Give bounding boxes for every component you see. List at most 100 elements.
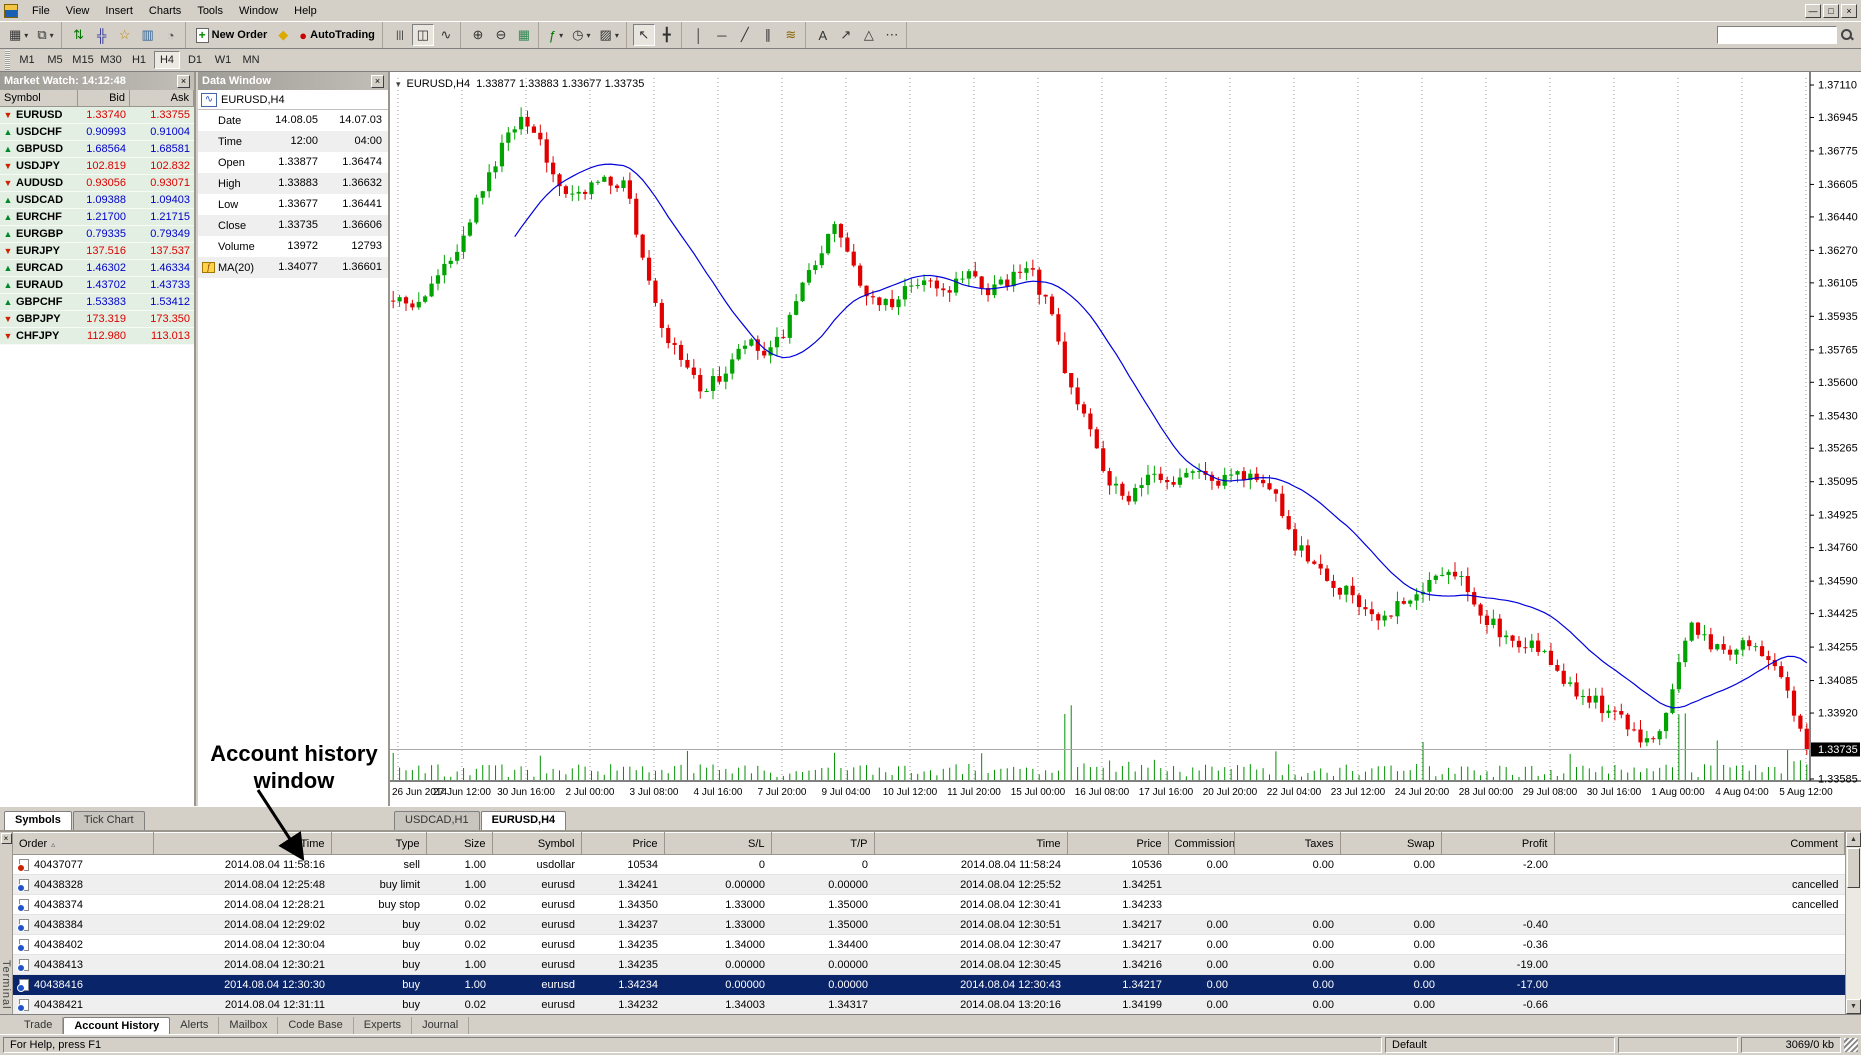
profiles-button[interactable]: ⧉▾ bbox=[33, 24, 57, 46]
minimize-button[interactable]: — bbox=[1805, 4, 1821, 18]
terminal-tab-mailbox[interactable]: Mailbox bbox=[219, 1017, 278, 1034]
status-profile[interactable]: Default bbox=[1385, 1037, 1615, 1053]
column-time-8[interactable]: Time bbox=[874, 833, 1067, 855]
chart-candles-button[interactable]: ◫ bbox=[412, 24, 434, 46]
timeframe-m15[interactable]: M15 bbox=[70, 51, 96, 69]
terminal-tab-trade[interactable]: Trade bbox=[14, 1017, 63, 1034]
cursor-button[interactable]: ↖ bbox=[633, 24, 655, 46]
resize-grip[interactable] bbox=[1844, 1038, 1858, 1052]
column-commission-10[interactable]: Commission bbox=[1168, 833, 1234, 855]
trendline-button[interactable]: ╱ bbox=[734, 24, 756, 46]
column-type-2[interactable]: Type bbox=[331, 833, 426, 855]
market-watch-row-eurchf[interactable]: ▲EURCHF1.217001.21715 bbox=[0, 209, 194, 226]
scroll-thumb[interactable] bbox=[1847, 848, 1860, 888]
price-chart[interactable]: 26 Jun 201427 Jun 12:0030 Jun 16:002 Jul… bbox=[390, 72, 1861, 806]
menu-view[interactable]: View bbox=[58, 3, 98, 19]
close-button[interactable]: × bbox=[1841, 4, 1857, 18]
column-time-1[interactable]: Time bbox=[153, 833, 331, 855]
market-watch-row-usdjpy[interactable]: ▼USDJPY102.819102.832 bbox=[0, 158, 194, 175]
new-chart-button[interactable]: ▦▾ bbox=[5, 24, 32, 46]
market-watch-row-eurcad[interactable]: ▲EURCAD1.463021.46334 bbox=[0, 260, 194, 277]
history-row-40438384[interactable]: 404383842014.08.04 12:29:02buy0.02eurusd… bbox=[13, 915, 1845, 935]
data-window-close-icon[interactable]: × bbox=[371, 75, 384, 88]
profiles-caret-icon[interactable]: ▾ bbox=[50, 31, 54, 40]
column-comment-14[interactable]: Comment bbox=[1554, 833, 1845, 855]
menu-tools[interactable]: Tools bbox=[189, 3, 231, 19]
menu-charts[interactable]: Charts bbox=[141, 3, 189, 19]
more-objects-button[interactable]: ⋯ bbox=[881, 24, 903, 46]
text-label-button[interactable]: A bbox=[812, 24, 834, 46]
terminal-tab-alerts[interactable]: Alerts bbox=[170, 1017, 219, 1034]
periods-caret-icon[interactable]: ▾ bbox=[587, 31, 591, 40]
timeframe-m5[interactable]: M5 bbox=[42, 51, 68, 69]
toolbar-grip[interactable] bbox=[5, 50, 10, 70]
scroll-down-icon[interactable]: ▼ bbox=[1846, 999, 1861, 1014]
vertical-line-button[interactable]: │ bbox=[688, 24, 710, 46]
menu-help[interactable]: Help bbox=[286, 3, 325, 19]
navigator-toggle-button[interactable]: ☆ bbox=[114, 24, 136, 46]
zoom-out-button[interactable]: ⊖ bbox=[490, 24, 512, 46]
market-watch-row-chfjpy[interactable]: ▼CHFJPY112.980113.013 bbox=[0, 328, 194, 345]
autotrading-button[interactable]: ●AutoTrading bbox=[295, 24, 379, 46]
menu-file[interactable]: File bbox=[24, 3, 58, 19]
fibonacci-button[interactable]: ≋ bbox=[780, 24, 802, 46]
menu-window[interactable]: Window bbox=[231, 3, 286, 19]
crosshair-button[interactable]: ╋ bbox=[656, 24, 678, 46]
search-icon[interactable] bbox=[1841, 29, 1853, 41]
history-row-40438402[interactable]: 404384022014.08.04 12:30:04buy0.02eurusd… bbox=[13, 935, 1845, 955]
menu-insert[interactable]: Insert bbox=[97, 3, 141, 19]
tab-tick-chart[interactable]: Tick Chart bbox=[73, 811, 145, 830]
chart-dropdown-icon[interactable]: ▾ bbox=[396, 79, 401, 90]
column-ask[interactable]: Ask bbox=[130, 90, 194, 107]
timeframe-m30[interactable]: M30 bbox=[98, 51, 124, 69]
indicators-caret-icon[interactable]: ▾ bbox=[559, 31, 563, 40]
market-watch-row-audusd[interactable]: ▼AUDUSD0.930560.93071 bbox=[0, 175, 194, 192]
column-price-9[interactable]: Price bbox=[1067, 833, 1168, 855]
history-row-40438416[interactable]: 404384162014.08.04 12:30:30buy1.00eurusd… bbox=[13, 975, 1845, 995]
market-watch-row-gbpjpy[interactable]: ▼GBPJPY173.319173.350 bbox=[0, 311, 194, 328]
chart-bars-button[interactable]: ||| bbox=[389, 24, 411, 46]
market-watch-close-icon[interactable]: × bbox=[177, 75, 190, 88]
tab-symbols[interactable]: Symbols bbox=[4, 811, 72, 830]
timeframe-m1[interactable]: M1 bbox=[14, 51, 40, 69]
history-row-40438413[interactable]: 404384132014.08.04 12:30:21buy1.00eurusd… bbox=[13, 955, 1845, 975]
market-watch-row-eurgbp[interactable]: ▲EURGBP0.793350.79349 bbox=[0, 226, 194, 243]
chart-tab-usdcad-h1[interactable]: USDCAD,H1 bbox=[394, 811, 480, 830]
scroll-up-icon[interactable]: ▲ bbox=[1846, 832, 1861, 847]
arrow-object-button[interactable]: ↗ bbox=[835, 24, 857, 46]
column-size-3[interactable]: Size bbox=[426, 833, 492, 855]
zoom-in-button[interactable]: ⊕ bbox=[467, 24, 489, 46]
history-row-40437077[interactable]: 404370772014.08.04 11:58:16sell1.00usdol… bbox=[13, 855, 1845, 875]
terminal-tab-journal[interactable]: Journal bbox=[412, 1017, 469, 1034]
column-bid[interactable]: Bid bbox=[78, 90, 130, 107]
market-watch-row-eurjpy[interactable]: ▼EURJPY137.516137.537 bbox=[0, 243, 194, 260]
terminal-close-icon[interactable]: × bbox=[1, 833, 12, 844]
history-row-40438421[interactable]: 404384212014.08.04 12:31:11buy0.02eurusd… bbox=[13, 995, 1845, 1015]
column-profit-13[interactable]: Profit bbox=[1441, 833, 1554, 855]
tile-windows-button[interactable]: ▦ bbox=[513, 24, 535, 46]
templates-caret-icon[interactable]: ▾ bbox=[615, 31, 619, 40]
timeframe-h4[interactable]: H4 bbox=[154, 51, 180, 69]
terminal-scrollbar[interactable]: ▲ ▼ bbox=[1845, 832, 1861, 1014]
market-watch-row-usdcad[interactable]: ▲USDCAD1.093881.09403 bbox=[0, 192, 194, 209]
indicators-button[interactable]: ƒ▾ bbox=[545, 24, 567, 46]
history-row-40438328[interactable]: 404383282014.08.04 12:25:48buy limit1.00… bbox=[13, 875, 1845, 895]
search-input[interactable] bbox=[1717, 26, 1837, 44]
new-chart-caret-icon[interactable]: ▾ bbox=[24, 31, 28, 40]
maximize-button[interactable]: □ bbox=[1823, 4, 1839, 18]
terminal-toggle-button[interactable]: ▥ bbox=[137, 24, 159, 46]
column-t-p-7[interactable]: T/P bbox=[771, 833, 874, 855]
periods-button[interactable]: ◷▾ bbox=[568, 24, 594, 46]
terminal-tab-code-base[interactable]: Code Base bbox=[278, 1017, 353, 1034]
timeframe-mn[interactable]: MN bbox=[238, 51, 264, 69]
chart-line-button[interactable]: ∿ bbox=[435, 24, 457, 46]
column-price-5[interactable]: Price bbox=[581, 833, 664, 855]
history-row-40438374[interactable]: 404383742014.08.04 12:28:21buy stop0.02e… bbox=[13, 895, 1845, 915]
templates-button[interactable]: ▨▾ bbox=[596, 24, 623, 46]
terminal-tab-experts[interactable]: Experts bbox=[354, 1017, 412, 1034]
timeframe-d1[interactable]: D1 bbox=[182, 51, 208, 69]
market-watch-row-euraud[interactable]: ▲EURAUD1.437021.43733 bbox=[0, 277, 194, 294]
horizontal-line-button[interactable]: ─ bbox=[711, 24, 733, 46]
timeframe-w1[interactable]: W1 bbox=[210, 51, 236, 69]
terminal-tab-account-history[interactable]: Account History bbox=[63, 1017, 170, 1034]
